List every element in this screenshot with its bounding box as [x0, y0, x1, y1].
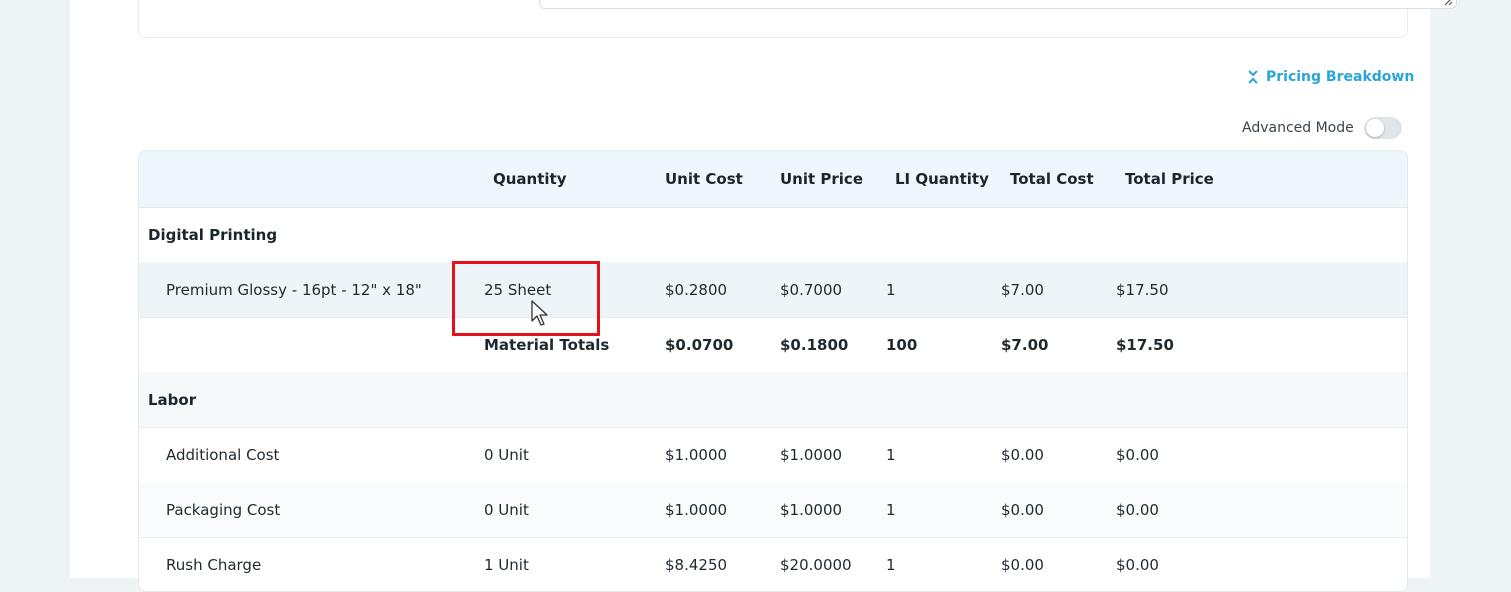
item-total-cost: $0.00: [1001, 500, 1044, 519]
item-quantity[interactable]: 1 Unit: [484, 537, 529, 591]
totals-li-quantity: 100: [886, 335, 918, 354]
header-total-price: Total Price: [1125, 170, 1214, 188]
totals-unit-price: $0.1800: [780, 335, 849, 354]
table-row[interactable]: Packaging Cost 0 Unit $1.0000 $1.0000 1 …: [139, 482, 1407, 538]
group-label: Digital Printing: [148, 225, 278, 244]
item-unit-cost: $1.0000: [665, 445, 728, 464]
material-totals-row: Material Totals $0.0700 $0.1800 100 $7.0…: [139, 317, 1407, 373]
item-name: Rush Charge: [166, 555, 262, 574]
pricing-breakdown-label: Pricing Breakdown: [1266, 69, 1415, 85]
pricing-breakdown-toggle[interactable]: Pricing Breakdown: [1248, 66, 1414, 88]
item-total-price: $0.00: [1116, 500, 1159, 519]
header-unit-cost: Unit Cost: [665, 170, 743, 188]
group-row-digital-printing: Digital Printing: [139, 207, 1407, 263]
toggle-knob: [1365, 119, 1384, 137]
totals-total-price: $17.50: [1116, 335, 1174, 354]
item-li-quantity: 1: [886, 445, 896, 464]
item-unit-price: $20.0000: [780, 555, 852, 574]
totals-unit-cost: $0.0700: [665, 335, 734, 354]
item-unit-price: $1.0000: [780, 445, 843, 464]
header-quantity: Quantity: [493, 170, 567, 188]
notes-card: [138, 0, 1457, 38]
item-unit-price: $1.0000: [780, 500, 843, 519]
item-quantity[interactable]: 0 Unit: [484, 482, 529, 537]
quantity-highlight-annotation: [452, 261, 600, 336]
advanced-mode-label: Advanced Mode: [1242, 120, 1354, 136]
table-header: Quantity Unit Cost Unit Price LI Quantit…: [139, 151, 1407, 208]
table-row[interactable]: Premium Glossy - 16pt - 12" x 18" 25 She…: [139, 262, 1407, 318]
collapse-icon: [1248, 70, 1258, 84]
item-quantity[interactable]: 0 Unit: [484, 427, 529, 482]
table-row[interactable]: Rush Charge 1 Unit $8.4250 $20.0000 1 $0…: [139, 537, 1407, 591]
item-unit-cost: $1.0000: [665, 500, 728, 519]
header-total-cost: Total Cost: [1010, 170, 1094, 188]
item-total-cost: $7.00: [1001, 280, 1044, 299]
group-label: Labor: [148, 390, 197, 409]
advanced-mode-toggle[interactable]: [1363, 117, 1402, 139]
table-row[interactable]: Additional Cost 0 Unit $1.0000 $1.0000 1…: [139, 427, 1407, 483]
notes-textarea[interactable]: [539, 0, 1457, 9]
item-name: Additional Cost: [166, 445, 280, 464]
item-li-quantity: 1: [886, 280, 896, 299]
main-panel: Pricing Breakdown Advanced Mode Quantity…: [70, 0, 1457, 592]
pricing-table: Quantity Unit Cost Unit Price LI Quantit…: [138, 150, 1408, 592]
totals-total-cost: $7.00: [1001, 335, 1049, 354]
item-li-quantity: 1: [886, 500, 896, 519]
item-name: Premium Glossy - 16pt - 12" x 18": [166, 280, 422, 299]
group-row-labor: Labor: [139, 372, 1407, 428]
item-total-cost: $0.00: [1001, 445, 1044, 464]
header-unit-price: Unit Price: [780, 170, 863, 188]
header-li-quantity: LI Quantity: [895, 170, 989, 188]
item-unit-cost: $8.4250: [665, 555, 728, 574]
item-total-price: $0.00: [1116, 445, 1159, 464]
item-unit-price: $0.7000: [780, 280, 843, 299]
item-total-price: $0.00: [1116, 555, 1159, 574]
mouse-cursor-icon: [531, 300, 548, 326]
item-total-cost: $0.00: [1001, 555, 1044, 574]
advanced-mode: Advanced Mode: [1242, 116, 1402, 140]
item-name: Packaging Cost: [166, 500, 281, 519]
resize-handle-icon[interactable]: [1443, 0, 1453, 6]
item-li-quantity: 1: [886, 555, 896, 574]
item-unit-cost: $0.2800: [665, 280, 728, 299]
item-total-price: $17.50: [1116, 280, 1169, 299]
